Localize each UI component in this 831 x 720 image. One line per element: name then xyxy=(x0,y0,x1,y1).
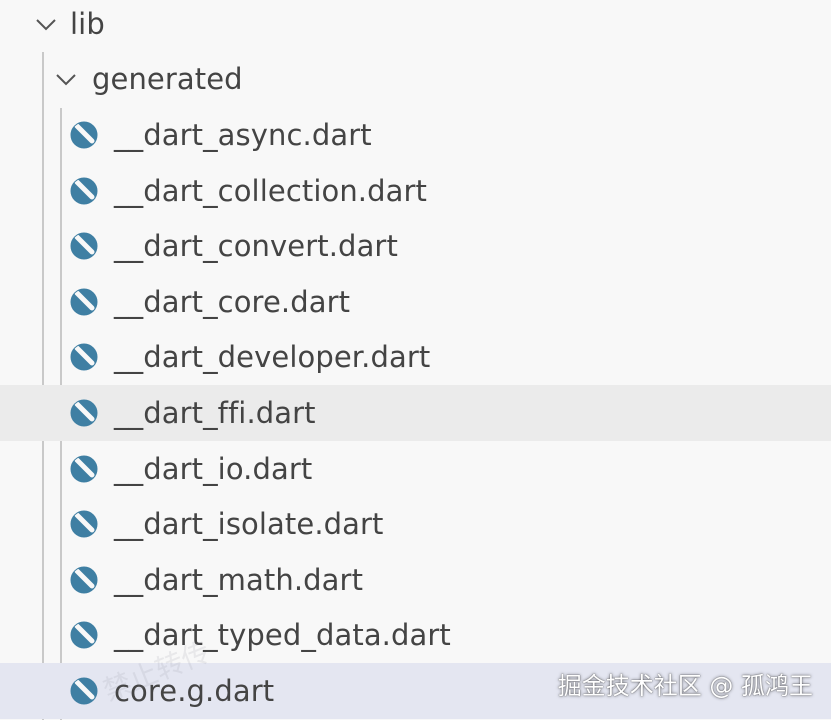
dart-file-icon xyxy=(68,341,100,373)
file-row[interactable]: __dart_typed_data.dart xyxy=(0,607,831,663)
file-row[interactable]: __dart_async.dart xyxy=(0,107,831,163)
dart-file-icon xyxy=(68,286,100,318)
chevron-down-icon[interactable] xyxy=(52,65,80,93)
file-row[interactable]: __dart_math.dart xyxy=(0,552,831,608)
file-row[interactable]: __dart_core.dart xyxy=(0,274,831,330)
file-explorer-tree: lib generated __dart_async.dart __dart_co… xyxy=(0,0,831,720)
file-label: __dart_core.dart xyxy=(114,284,351,319)
dart-file-icon xyxy=(68,397,100,429)
file-label: __dart_async.dart xyxy=(114,118,372,152)
dart-file-icon xyxy=(68,175,100,207)
file-label: __dart_typed_data.dart xyxy=(114,618,451,653)
dart-file-icon xyxy=(68,119,100,151)
dart-file-icon xyxy=(68,230,100,262)
file-row[interactable]: __dart_ffi.dart xyxy=(0,385,831,441)
dart-file-icon xyxy=(68,619,100,651)
watermark-text: 掘金技术社区 @ 孤鸿王 xyxy=(557,672,813,700)
folder-row-lib[interactable]: lib xyxy=(0,0,831,52)
file-label: __dart_math.dart xyxy=(114,562,364,597)
file-row[interactable]: __dart_isolate.dart xyxy=(0,496,831,552)
file-label: __dart_ffi.dart xyxy=(114,396,316,430)
file-label: core.g.dart xyxy=(114,674,275,708)
file-label: __dart_convert.dart xyxy=(114,229,398,264)
file-row[interactable]: __dart_developer.dart xyxy=(0,329,831,385)
folder-label-lib: lib xyxy=(70,7,105,41)
file-label: __dart_isolate.dart xyxy=(114,507,384,542)
file-label: __dart_collection.dart xyxy=(114,173,428,208)
folder-row-generated[interactable]: generated xyxy=(0,51,831,107)
file-row[interactable]: __dart_collection.dart xyxy=(0,163,831,219)
folder-label-generated: generated xyxy=(92,62,243,96)
file-row[interactable]: __dart_io.dart xyxy=(0,441,831,497)
dart-file-icon xyxy=(68,564,100,596)
dart-file-icon xyxy=(68,508,100,540)
dart-file-icon xyxy=(68,675,100,707)
chevron-down-icon[interactable] xyxy=(32,10,60,38)
file-label: __dart_io.dart xyxy=(114,451,313,486)
dart-file-icon xyxy=(68,453,100,485)
file-label: __dart_developer.dart xyxy=(114,340,431,375)
file-row[interactable]: __dart_convert.dart xyxy=(0,218,831,274)
